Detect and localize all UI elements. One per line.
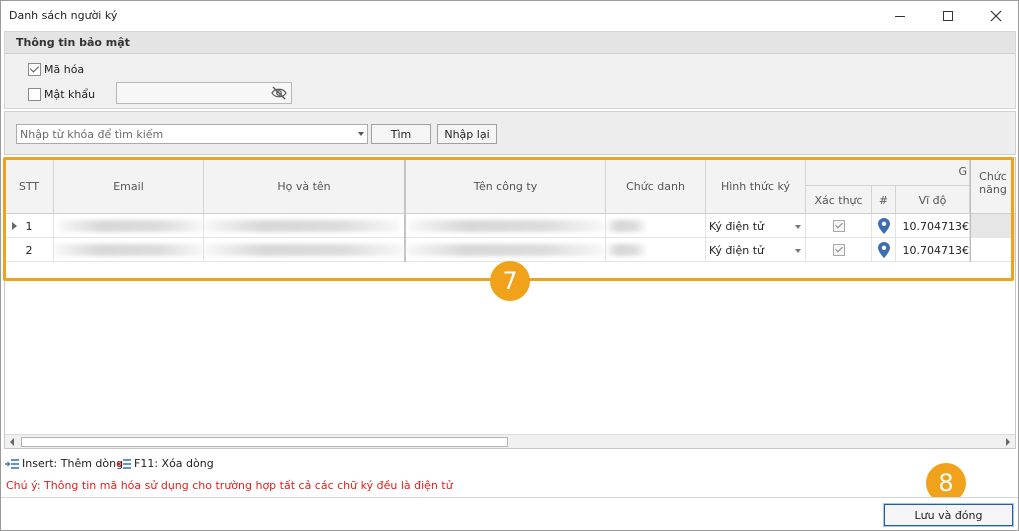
encrypt-checkbox[interactable] <box>28 63 41 76</box>
col-fullname[interactable]: Họ và tên <box>204 158 406 214</box>
check-icon <box>834 220 843 229</box>
signer-grid: STT Email Họ và tên Tên công ty Chức dan… <box>4 157 1016 449</box>
verify-checkbox[interactable] <box>832 244 845 256</box>
insert-shortcut-hint: Insert: Thêm dòng <box>5 457 123 470</box>
col-company[interactable]: Tên công ty <box>406 158 606 214</box>
check-icon <box>834 244 843 253</box>
reset-button[interactable]: Nhập lại <box>437 124 497 144</box>
delete-shortcut-hint: F11: Xóa dòng <box>117 457 214 470</box>
title-bar: Danh sách người ký <box>1 1 1018 31</box>
close-icon <box>990 10 1002 22</box>
search-bar: Nhập từ khóa để tìm kiếm Tìm Nhập lại <box>4 111 1016 155</box>
signer-list-window: Danh sách người ký Thông tin bảo mật Mã … <box>0 0 1019 531</box>
scroll-right-icon[interactable] <box>1006 438 1010 446</box>
email-cell[interactable] <box>54 238 204 262</box>
password-checkbox[interactable] <box>28 88 41 101</box>
verify-cell[interactable] <box>806 214 872 238</box>
sign-method-dropdown[interactable]: Ký điện tử <box>706 214 806 238</box>
location-cell[interactable] <box>872 214 896 238</box>
search-placeholder: Nhập từ khóa để tìm kiếm <box>20 128 164 141</box>
map-pin-icon[interactable] <box>877 242 890 258</box>
callout-badge-7: 7 <box>490 261 530 301</box>
security-header-label: Thông tin bảo mật <box>16 36 130 49</box>
company-cell[interactable] <box>406 238 606 262</box>
add-row-icon <box>5 458 19 469</box>
check-icon <box>29 63 40 73</box>
row-stt-cell: 2 <box>5 238 54 262</box>
security-panel: Thông tin bảo mật Mã hóa Mật khẩu <box>4 31 1016 109</box>
delete-row-icon <box>117 458 131 469</box>
map-pin-icon[interactable] <box>877 218 890 234</box>
col-group-header: G <box>806 158 970 186</box>
footer-bar <box>1 497 1018 530</box>
email-cell[interactable] <box>54 214 204 238</box>
grid-header: STT Email Họ và tên Tên công ty Chức dan… <box>5 158 1015 214</box>
horizontal-scrollbar[interactable] <box>5 434 1015 448</box>
company-cell[interactable] <box>406 214 606 238</box>
minimize-icon <box>895 15 905 17</box>
col-email[interactable]: Email <box>54 158 204 214</box>
latitude-value: 10.704713€ <box>902 219 969 233</box>
verify-cell[interactable] <box>806 238 872 262</box>
col-sign-method[interactable]: Hình thức ký <box>706 158 806 214</box>
row-stt-cell: 1 <box>5 214 54 238</box>
location-cell[interactable] <box>872 238 896 262</box>
encrypt-label: Mã hóa <box>44 63 85 76</box>
latitude-cell[interactable]: 10.704713€ <box>896 214 970 238</box>
find-button[interactable]: Tìm <box>371 124 431 144</box>
scroll-left-icon[interactable] <box>10 438 14 446</box>
delete-shortcut-label: F11: Xóa dòng <box>134 457 214 470</box>
row-stt: 2 <box>25 243 33 257</box>
window-title: Danh sách người ký <box>9 9 118 22</box>
col-stt[interactable]: STT <box>5 158 54 214</box>
chevron-down-icon[interactable] <box>795 249 801 253</box>
fullname-cell[interactable] <box>204 214 406 238</box>
insert-shortcut-label: Insert: Thêm dòng <box>22 457 124 470</box>
function-cell[interactable] <box>970 238 1015 262</box>
col-function[interactable]: Chức năng <box>970 158 1015 214</box>
maximize-button[interactable] <box>925 1 971 31</box>
row-stt: 1 <box>25 219 33 233</box>
col-position[interactable]: Chức danh <box>606 158 706 214</box>
row-indicator-icon <box>12 222 17 230</box>
search-combobox[interactable]: Nhập từ khóa để tìm kiếm <box>16 124 368 144</box>
col-hash[interactable]: # <box>872 186 896 214</box>
chevron-down-icon[interactable] <box>795 225 801 229</box>
table-row[interactable]: 2 Ký điện tử 10.704713€ <box>5 238 1015 262</box>
chevron-down-icon[interactable] <box>358 132 364 136</box>
save-and-close-button[interactable]: Lưu và đóng <box>883 503 1014 527</box>
function-cell[interactable] <box>970 214 1015 238</box>
position-cell[interactable] <box>606 214 706 238</box>
security-header: Thông tin bảo mật <box>5 32 1015 54</box>
scrollbar-thumb[interactable] <box>21 437 508 447</box>
verify-checkbox[interactable] <box>832 220 845 232</box>
close-button[interactable] <box>973 1 1019 31</box>
table-row[interactable]: 1 Ký điện tử 10.704713€ <box>5 214 1015 238</box>
sign-method-value: Ký điện tử <box>709 243 764 257</box>
password-label: Mật khẩu <box>44 88 96 101</box>
password-field[interactable] <box>116 82 292 104</box>
latitude-value: 10.704713€ <box>902 243 969 257</box>
col-verify[interactable]: Xác thực <box>806 186 872 214</box>
latitude-cell[interactable]: 10.704713€ <box>896 238 970 262</box>
minimize-button[interactable] <box>877 1 923 31</box>
sign-method-value: Ký điện tử <box>709 219 764 233</box>
encryption-note: Chú ý: Thông tin mã hóa sử dụng cho trườ… <box>6 479 453 492</box>
col-latitude[interactable]: Vĩ độ <box>896 186 970 214</box>
eye-slash-icon[interactable] <box>271 86 287 100</box>
fullname-cell[interactable] <box>204 238 406 262</box>
maximize-icon <box>943 11 953 21</box>
position-cell[interactable] <box>606 238 706 262</box>
sign-method-dropdown[interactable]: Ký điện tử <box>706 238 806 262</box>
